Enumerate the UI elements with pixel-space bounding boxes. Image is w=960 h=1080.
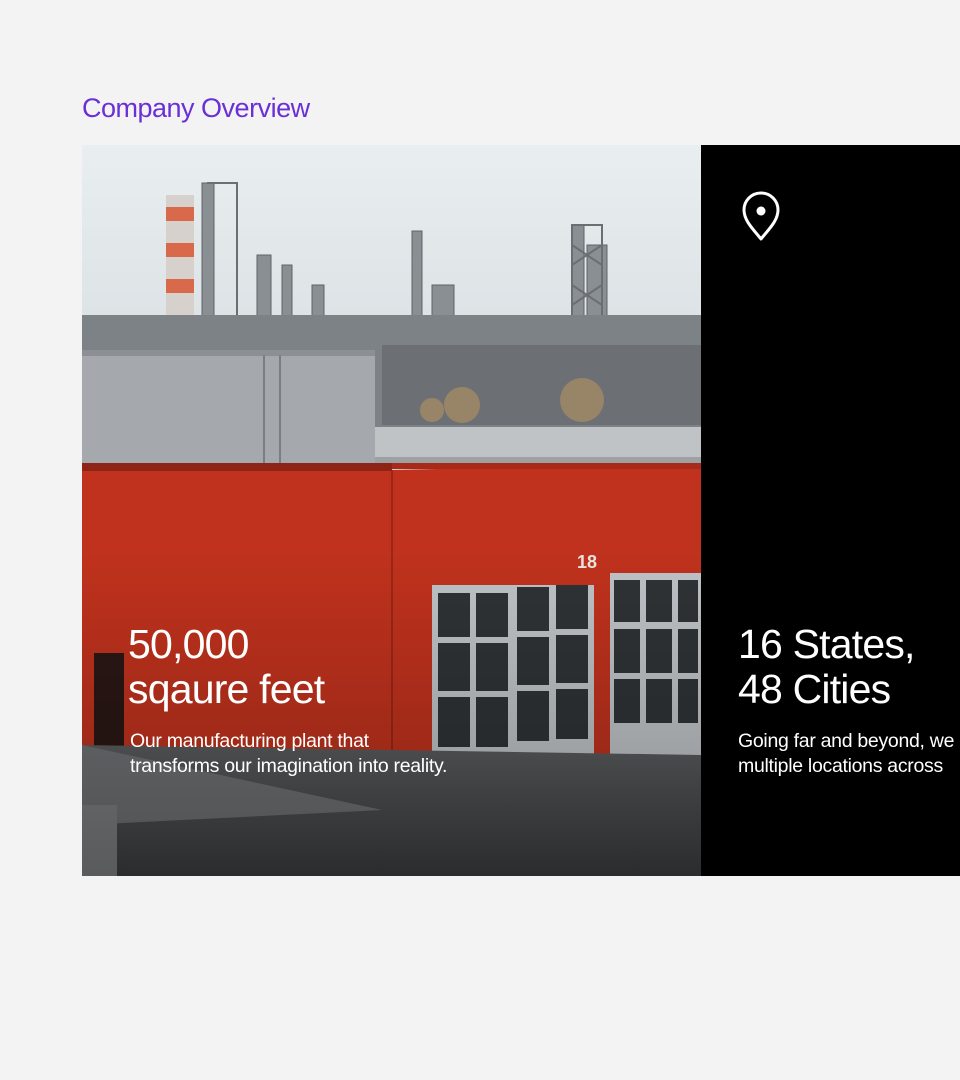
stat-description-line: Our manufacturing plant that	[130, 730, 369, 752]
stat-description-plant: Our manufacturing plant that transforms …	[130, 729, 447, 779]
stat-description-locations: Going far and beyond, we multiple locati…	[738, 729, 954, 779]
stat-heading-locations: 16 States, 48 Cities	[738, 622, 915, 712]
company-overview-page: Company Overview 50,000 sqaure feet Our …	[0, 0, 960, 1080]
stat-heading-line: 48 Cities	[738, 666, 891, 712]
stat-heading-line: 16 States,	[738, 621, 915, 667]
stat-heading-plant-size: 50,000 sqaure feet	[128, 621, 325, 712]
stat-description-line: multiple locations across	[738, 755, 943, 777]
stat-heading-line: sqaure feet	[128, 666, 325, 712]
stat-heading-line: 50,000	[128, 621, 249, 667]
location-pin-icon	[742, 191, 780, 241]
stat-description-line: Going far and beyond, we	[738, 730, 955, 752]
card-manufacturing-plant[interactable]: 18	[82, 145, 701, 876]
stat-description-line: transforms our imagination into reality.	[130, 755, 448, 777]
card-locations[interactable]: 16 States, 48 Cities Going far and beyon…	[701, 145, 960, 876]
section-title: Company Overview	[82, 93, 310, 123]
overview-carousel[interactable]: 18	[82, 145, 960, 876]
